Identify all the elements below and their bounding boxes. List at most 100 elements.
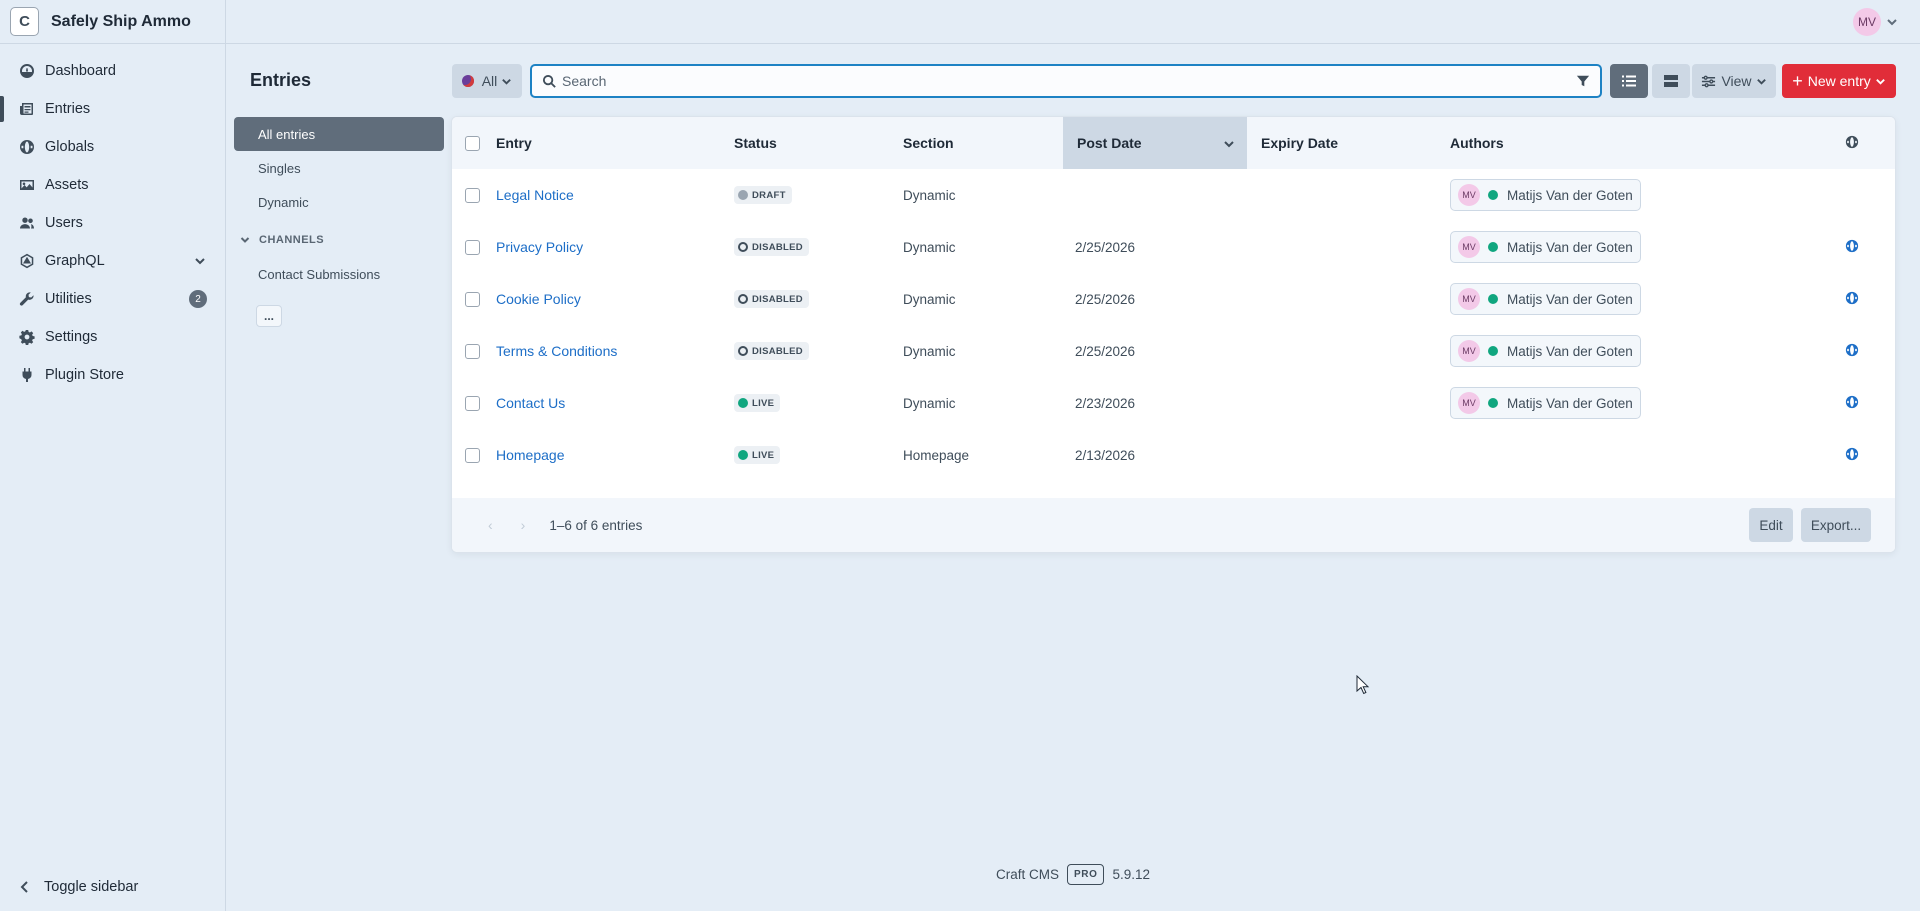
nav-item-globals[interactable]: Globals	[0, 128, 225, 166]
site-menu-label: All	[481, 73, 498, 89]
source-dynamic[interactable]: Dynamic	[234, 185, 444, 219]
sort-chevron-icon	[1224, 141, 1234, 148]
mouse-cursor-icon	[1356, 675, 1370, 695]
new-entry-button[interactable]: + New entry	[1782, 64, 1896, 98]
author-name: Matijs Van der Goten	[1507, 187, 1633, 203]
table-row[interactable]: Cookie Policy DISABLED Dynamic 2/25/2026 MV M…	[452, 273, 1895, 325]
nav-item-utilities[interactable]: Utilities 2	[0, 280, 225, 318]
globe-icon[interactable]	[1845, 447, 1859, 464]
view-menu-button[interactable]: View	[1692, 64, 1776, 98]
chevron-down-icon	[1875, 78, 1885, 85]
nav-label: Entries	[45, 101, 91, 117]
site-name[interactable]: Safely Ship Ammo	[51, 13, 191, 31]
more-sources-button[interactable]: ...	[256, 305, 282, 327]
filter-icon[interactable]	[1576, 74, 1590, 88]
table-header-row: Entry Status Section Post Date Expiry Da…	[452, 117, 1895, 169]
row-checkbox[interactable]	[465, 187, 480, 203]
source-contact-submissions[interactable]: Contact Submissions	[234, 257, 444, 291]
row-checkbox[interactable]	[465, 239, 480, 255]
source-sidebar: All entries Singles Dynamic CHANNELS Con…	[234, 117, 444, 327]
new-entry-label: New entry	[1807, 73, 1871, 89]
author-chip[interactable]: MV Matijs Van der Goten	[1450, 179, 1641, 211]
row-checkbox[interactable]	[465, 447, 480, 463]
row-select-cell[interactable]	[452, 169, 496, 221]
status-dot-icon	[1488, 398, 1498, 408]
table-row[interactable]: Homepage LIVE Homepage 2/13/2026	[452, 429, 1895, 481]
pagination-info: 1–6 of 6 entries	[549, 517, 643, 533]
globe-icon[interactable]	[1845, 291, 1859, 308]
authors-cell	[1450, 429, 1815, 481]
next-page-icon[interactable]: ›	[521, 517, 526, 533]
nav-item-settings[interactable]: Settings	[0, 318, 225, 356]
select-all-header[interactable]	[452, 117, 496, 169]
export-button[interactable]: Export...	[1801, 508, 1871, 542]
table-view-button[interactable]	[1610, 64, 1648, 98]
nav-item-assets[interactable]: Assets	[0, 166, 225, 204]
column-header-status[interactable]: Status	[734, 117, 903, 169]
source-singles[interactable]: Singles	[234, 151, 444, 185]
table-row[interactable]: Contact Us LIVE Dynamic 2/23/2026 MV Matijs V…	[452, 377, 1895, 429]
site-icon[interactable]: C	[10, 7, 39, 36]
site-menu-button[interactable]: All	[452, 64, 522, 98]
nav-item-entries[interactable]: Entries	[0, 90, 225, 128]
column-header-entry[interactable]: Entry	[496, 117, 734, 169]
row-select-cell[interactable]	[452, 221, 496, 273]
search-input[interactable]	[562, 73, 1576, 89]
card-view-button[interactable]	[1652, 64, 1690, 98]
entry-title-link[interactable]: Cookie Policy	[496, 291, 581, 307]
source-all-entries[interactable]: All entries	[234, 117, 444, 151]
nav-item-graphql[interactable]: GraphQL	[0, 242, 225, 280]
toggle-sidebar-button[interactable]: Toggle sidebar	[18, 879, 138, 895]
search-box[interactable]	[530, 64, 1602, 98]
source-heading-label: CHANNELS	[259, 234, 325, 246]
nav-item-plugin-store[interactable]: Plugin Store	[0, 356, 225, 394]
column-header-authors[interactable]: Authors	[1450, 117, 1815, 169]
table-row[interactable]: Terms & Conditions DISABLED Dynamic 2/25/20…	[452, 325, 1895, 377]
globe-icon[interactable]	[1845, 239, 1859, 256]
globe-icon[interactable]	[1845, 343, 1859, 360]
select-all-checkbox[interactable]	[465, 136, 480, 152]
row-select-cell[interactable]	[452, 325, 496, 377]
row-checkbox[interactable]	[465, 291, 480, 307]
table-row[interactable]: Legal Notice DRAFT Dynamic MV Matijs Van der…	[452, 169, 1895, 221]
author-chip[interactable]: MV Matijs Van der Goten	[1450, 231, 1641, 263]
section-cell: Homepage	[903, 447, 970, 463]
row-select-cell[interactable]	[452, 273, 496, 325]
status-badge: LIVE	[734, 446, 781, 464]
entry-title-link[interactable]: Terms & Conditions	[496, 343, 617, 359]
avatar[interactable]: MV	[1853, 8, 1881, 36]
site-header[interactable]: C Safely Ship Ammo	[0, 0, 225, 44]
sliders-icon	[1702, 75, 1716, 87]
nav-label: Dashboard	[45, 63, 116, 79]
entry-title-link[interactable]: Homepage	[496, 447, 565, 463]
table-footer: ‹ › 1–6 of 6 entries Edit Export...	[452, 498, 1895, 552]
column-header-post-date[interactable]: Post Date	[1063, 117, 1247, 169]
row-checkbox[interactable]	[465, 343, 480, 359]
source-heading-channels[interactable]: CHANNELS	[234, 223, 444, 257]
status-dot-icon	[1488, 294, 1498, 304]
author-chip[interactable]: MV Matijs Van der Goten	[1450, 335, 1641, 367]
prev-page-icon[interactable]: ‹	[488, 517, 493, 533]
entry-title-link[interactable]: Privacy Policy	[496, 239, 583, 255]
row-select-cell[interactable]	[452, 377, 496, 429]
column-header-expiry-date[interactable]: Expiry Date	[1247, 117, 1450, 169]
column-header-sites[interactable]	[1815, 117, 1895, 169]
author-chip[interactable]: MV Matijs Van der Goten	[1450, 387, 1641, 419]
row-checkbox[interactable]	[465, 395, 480, 411]
chevron-down-icon	[240, 237, 250, 243]
chevron-down-icon[interactable]	[193, 254, 207, 268]
account-menu[interactable]: MV	[1853, 8, 1898, 36]
row-select-cell[interactable]	[452, 429, 496, 481]
globe-icon[interactable]	[1845, 395, 1859, 412]
expiry-date-cell	[1247, 169, 1450, 221]
edit-button[interactable]: Edit	[1749, 508, 1793, 542]
author-chip[interactable]: MV Matijs Van der Goten	[1450, 283, 1641, 315]
entry-title-link[interactable]: Contact Us	[496, 395, 565, 411]
nav-item-users[interactable]: Users	[0, 204, 225, 242]
column-header-section[interactable]: Section	[903, 117, 1063, 169]
table-row[interactable]: Privacy Policy DISABLED Dynamic 2/25/2026 MV…	[452, 221, 1895, 273]
edition-badge: PRO	[1066, 864, 1105, 885]
entry-title-link[interactable]: Legal Notice	[496, 187, 574, 203]
author-name: Matijs Van der Goten	[1507, 291, 1633, 307]
nav-item-dashboard[interactable]: Dashboard	[0, 52, 225, 90]
